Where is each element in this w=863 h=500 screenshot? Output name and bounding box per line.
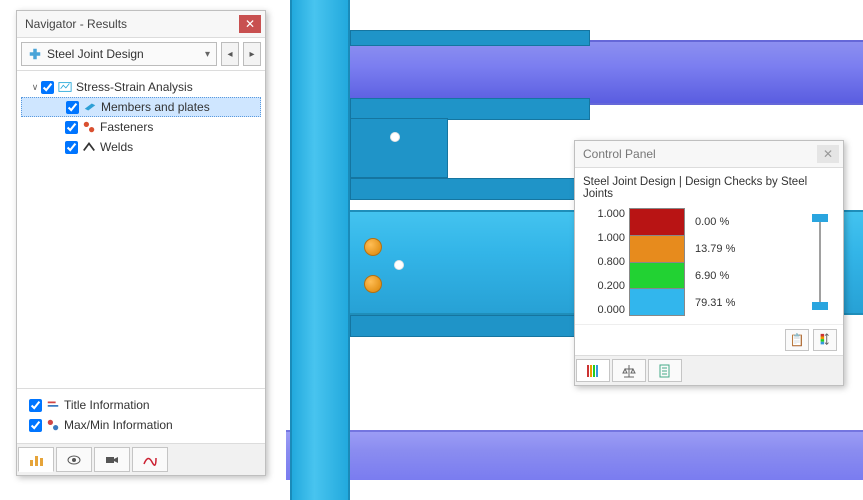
navigator-panel: Navigator - Results ✕ Steel Joint Design… — [16, 10, 266, 476]
fastener-icon — [82, 120, 96, 134]
next-button[interactable]: ▸ — [243, 42, 261, 66]
percent-label: 0.00 % — [695, 216, 745, 228]
camera-icon — [104, 452, 120, 468]
bolt-icon — [364, 275, 382, 293]
legend-body: 1.000 1.000 0.800 0.200 0.000 0.00 % 13.… — [575, 200, 843, 324]
percent-label: 13.79 % — [695, 243, 745, 255]
clipboard-icon: 📋 — [790, 333, 805, 347]
tree-item-members-plates[interactable]: Members and plates — [21, 97, 261, 117]
slider-thumb-min[interactable] — [812, 302, 828, 310]
tab-color-scale[interactable] — [576, 359, 610, 382]
bolt-icon — [364, 238, 382, 256]
tab-video[interactable] — [94, 447, 130, 472]
tree-label: Welds — [100, 140, 133, 154]
end-plate — [350, 30, 590, 46]
weld-icon — [82, 140, 96, 154]
control-panel-tools: 📋 — [575, 324, 843, 355]
legend-swatches — [629, 208, 685, 316]
option-label: Title Information — [64, 398, 150, 412]
legend-swatch — [630, 263, 684, 290]
collapse-icon[interactable]: ∨ — [29, 82, 41, 93]
results-tree: ∨ Stress-Strain Analysis Members and pla… — [17, 71, 265, 388]
analysis-icon — [58, 80, 72, 94]
color-scale-icon — [818, 333, 832, 347]
document-icon — [657, 363, 673, 379]
tree-item-welds[interactable]: Welds — [21, 137, 261, 157]
navigator-title: Navigator - Results — [25, 17, 239, 31]
maxmin-icon — [46, 418, 60, 432]
tree-checkbox[interactable] — [66, 101, 79, 114]
legend-swatch — [630, 289, 684, 315]
close-button[interactable]: ✕ — [817, 145, 839, 163]
end-plate — [350, 118, 448, 178]
legend-percents: 0.00 % 13.79 % 6.90 % 79.31 % — [685, 208, 745, 316]
control-panel-titlebar[interactable]: Control Panel ✕ — [575, 141, 843, 168]
steel-beam-top — [350, 40, 863, 105]
option-label: Max/Min Information — [64, 418, 173, 432]
option-checkbox[interactable] — [29, 399, 42, 412]
end-plate — [350, 178, 590, 200]
tab-factors[interactable] — [612, 359, 646, 382]
navigator-options: Title Information Max/Min Information — [17, 388, 265, 443]
tab-filter[interactable] — [648, 359, 682, 382]
bolt-hole — [390, 132, 400, 142]
tab-graph[interactable] — [132, 447, 168, 472]
end-plate — [350, 315, 590, 337]
steel-beam-bottom — [286, 430, 863, 480]
option-checkbox[interactable] — [29, 419, 42, 432]
curve-icon — [142, 452, 158, 468]
settings-button[interactable]: 📋 — [785, 329, 809, 351]
navigator-titlebar[interactable]: Navigator - Results ✕ — [17, 11, 265, 38]
balance-icon — [621, 363, 637, 379]
tick-label: 0.800 — [597, 256, 625, 268]
legend-swatch — [630, 236, 684, 263]
tree-checkbox[interactable] — [65, 141, 78, 154]
tick-label: 1.000 — [597, 208, 625, 220]
chevron-down-icon: ▾ — [205, 49, 210, 60]
tick-label: 1.000 — [597, 232, 625, 244]
tree-label: Members and plates — [101, 100, 210, 114]
tree-label: Stress-Strain Analysis — [76, 80, 193, 94]
color-scale-button[interactable] — [813, 329, 837, 351]
percent-label: 6.90 % — [695, 270, 745, 282]
tab-display[interactable] — [18, 447, 54, 472]
bolt-hole — [394, 260, 404, 270]
option-maxmin-info[interactable]: Max/Min Information — [21, 415, 261, 435]
legend-swatch — [630, 209, 684, 236]
joint-icon — [28, 47, 42, 61]
legend-ticks: 1.000 1.000 0.800 0.200 0.000 — [583, 208, 629, 316]
tree-item-fasteners[interactable]: Fasteners — [21, 117, 261, 137]
prev-button[interactable]: ◂ — [221, 42, 239, 66]
slider-thumb-max[interactable] — [812, 214, 828, 222]
navigator-tabstrip — [17, 443, 265, 475]
chart-icon — [28, 452, 44, 468]
range-slider[interactable] — [745, 208, 835, 316]
combo-label: Steel Joint Design — [47, 47, 205, 61]
tree-checkbox[interactable] — [41, 81, 54, 94]
eye-icon — [66, 452, 82, 468]
control-panel-title: Control Panel — [583, 147, 817, 161]
percent-label: 79.31 % — [695, 297, 745, 309]
tick-label: 0.000 — [597, 304, 625, 316]
tree-root-row[interactable]: ∨ Stress-Strain Analysis — [21, 77, 261, 97]
control-panel-heading: Steel Joint Design | Design Checks by St… — [575, 168, 843, 200]
bars-icon — [585, 363, 601, 379]
tab-visibility[interactable] — [56, 447, 92, 472]
title-info-icon — [46, 398, 60, 412]
close-button[interactable]: ✕ — [239, 15, 261, 33]
plate-icon — [83, 100, 97, 114]
tree-label: Fasteners — [100, 120, 153, 134]
result-set-combo[interactable]: Steel Joint Design ▾ — [21, 42, 217, 66]
tree-checkbox[interactable] — [65, 121, 78, 134]
tick-label: 0.200 — [597, 280, 625, 292]
control-panel-tabstrip — [575, 355, 843, 385]
steel-column — [290, 0, 350, 500]
end-plate — [350, 98, 590, 120]
slider-track — [819, 216, 821, 308]
option-title-info[interactable]: Title Information — [21, 395, 261, 415]
control-panel: Control Panel ✕ Steel Joint Design | Des… — [574, 140, 844, 386]
